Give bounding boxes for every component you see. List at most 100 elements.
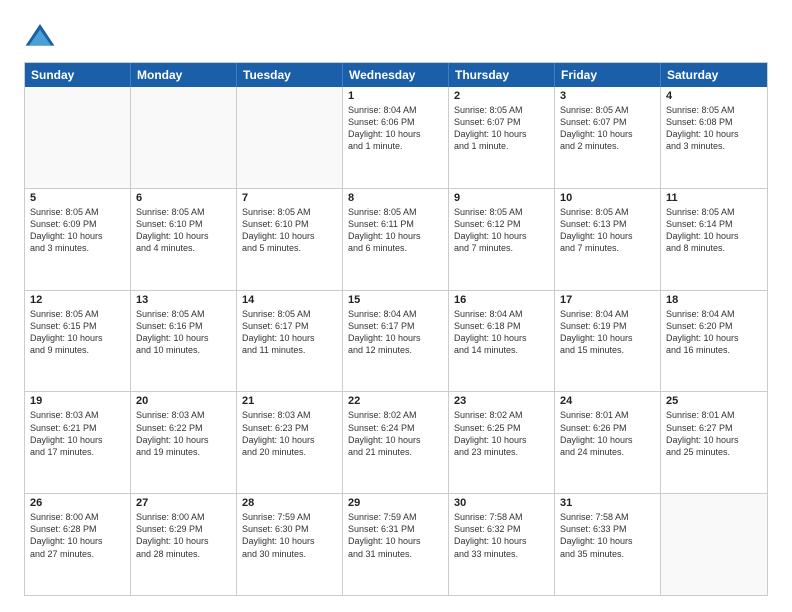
day-number: 2 (454, 90, 549, 102)
day-cell: 9 Sunrise: 8:05 AM Sunset: 6:12 PM Daylig… (449, 189, 555, 290)
day-number: 13 (136, 294, 231, 306)
day-number: 27 (136, 497, 231, 509)
day-info: Sunrise: 8:05 AM Sunset: 6:13 PM Dayligh… (560, 206, 655, 255)
day-info: Sunrise: 8:05 AM Sunset: 6:12 PM Dayligh… (454, 206, 549, 255)
day-cell: 17 Sunrise: 8:04 AM Sunset: 6:19 PM Dayli… (555, 291, 661, 392)
day-cell: 8Sunrise: 8:05 AM Sunset: 6:11 PM Daylig… (343, 189, 449, 290)
day-cell: 20 Sunrise: 8:03 AM Sunset: 6:22 PM Dayli… (131, 392, 237, 493)
day-info: Sunrise: 7:58 AM Sunset: 6:33 PM Dayligh… (560, 511, 655, 560)
day-cell: 5 Sunrise: 8:05 AM Sunset: 6:09 PM Daylig… (25, 189, 131, 290)
day-cell: 21 Sunrise: 8:03 AM Sunset: 6:23 PM Dayli… (237, 392, 343, 493)
day-number: 8 (348, 192, 443, 204)
day-cell: 27 Sunrise: 8:00 AM Sunset: 6:29 PM Dayli… (131, 494, 237, 595)
day-number: 9 (454, 192, 549, 204)
day-number: 5 (30, 192, 125, 204)
day-info: Sunrise: 8:02 AM Sunset: 6:24 PM Dayligh… (348, 409, 443, 458)
day-number: 4 (666, 90, 762, 102)
day-number: 21 (242, 395, 337, 407)
day-info: Sunrise: 7:59 AM Sunset: 6:30 PM Dayligh… (242, 511, 337, 560)
day-cell: 6 Sunrise: 8:05 AM Sunset: 6:10 PM Daylig… (131, 189, 237, 290)
day-cell: 25 Sunrise: 8:01 AM Sunset: 6:27 PM Dayli… (661, 392, 767, 493)
day-number: 19 (30, 395, 125, 407)
day-info: Sunrise: 8:05 AM Sunset: 6:07 PM Dayligh… (560, 104, 655, 153)
day-number: 25 (666, 395, 762, 407)
day-info: Sunrise: 8:05 AM Sunset: 6:15 PM Dayligh… (30, 308, 125, 357)
day-cell: 30Sunrise: 7:58 AM Sunset: 6:32 PM Dayli… (449, 494, 555, 595)
day-cell: 10 Sunrise: 8:05 AM Sunset: 6:13 PM Dayli… (555, 189, 661, 290)
day-info: Sunrise: 8:00 AM Sunset: 6:29 PM Dayligh… (136, 511, 231, 560)
day-header-sunday: Sunday (25, 63, 131, 87)
day-info: Sunrise: 8:04 AM Sunset: 6:17 PM Dayligh… (348, 308, 443, 357)
day-number: 11 (666, 192, 762, 204)
day-info: Sunrise: 8:05 AM Sunset: 6:14 PM Dayligh… (666, 206, 762, 255)
day-number: 18 (666, 294, 762, 306)
day-info: Sunrise: 8:03 AM Sunset: 6:22 PM Dayligh… (136, 409, 231, 458)
day-info: Sunrise: 8:04 AM Sunset: 6:18 PM Dayligh… (454, 308, 549, 357)
page-header (24, 20, 768, 52)
day-info: Sunrise: 8:05 AM Sunset: 6:08 PM Dayligh… (666, 104, 762, 153)
day-info: Sunrise: 8:04 AM Sunset: 6:20 PM Dayligh… (666, 308, 762, 357)
day-info: Sunrise: 7:59 AM Sunset: 6:31 PM Dayligh… (348, 511, 443, 560)
day-number: 29 (348, 497, 443, 509)
day-cell: 28 Sunrise: 7:59 AM Sunset: 6:30 PM Dayli… (237, 494, 343, 595)
day-number: 26 (30, 497, 125, 509)
day-header-wednesday: Wednesday (343, 63, 449, 87)
day-cell: 15 Sunrise: 8:04 AM Sunset: 6:17 PM Dayli… (343, 291, 449, 392)
day-number: 22 (348, 395, 443, 407)
day-header-tuesday: Tuesday (237, 63, 343, 87)
day-number: 1 (348, 90, 443, 102)
day-info: Sunrise: 8:03 AM Sunset: 6:23 PM Dayligh… (242, 409, 337, 458)
day-cell: 11 Sunrise: 8:05 AM Sunset: 6:14 PM Dayli… (661, 189, 767, 290)
day-info: Sunrise: 8:01 AM Sunset: 6:27 PM Dayligh… (666, 409, 762, 458)
calendar-row: 1 Sunrise: 8:04 AM Sunset: 6:06 PM Daylig… (25, 87, 767, 189)
day-info: Sunrise: 8:00 AM Sunset: 6:28 PM Dayligh… (30, 511, 125, 560)
day-number: 31 (560, 497, 655, 509)
day-info: Sunrise: 8:05 AM Sunset: 6:10 PM Dayligh… (242, 206, 337, 255)
day-info: Sunrise: 8:05 AM Sunset: 6:17 PM Dayligh… (242, 308, 337, 357)
day-cell (25, 87, 131, 188)
day-cell: 31 Sunrise: 7:58 AM Sunset: 6:33 PM Dayli… (555, 494, 661, 595)
day-info: Sunrise: 8:01 AM Sunset: 6:26 PM Dayligh… (560, 409, 655, 458)
day-cell: 24 Sunrise: 8:01 AM Sunset: 6:26 PM Dayli… (555, 392, 661, 493)
logo (24, 20, 62, 52)
calendar-row: 5 Sunrise: 8:05 AM Sunset: 6:09 PM Daylig… (25, 189, 767, 291)
day-number: 23 (454, 395, 549, 407)
day-info: Sunrise: 8:05 AM Sunset: 6:10 PM Dayligh… (136, 206, 231, 255)
day-number: 30 (454, 497, 549, 509)
day-cell: 7 Sunrise: 8:05 AM Sunset: 6:10 PM Daylig… (237, 189, 343, 290)
day-cell: 4 Sunrise: 8:05 AM Sunset: 6:08 PM Daylig… (661, 87, 767, 188)
day-header-thursday: Thursday (449, 63, 555, 87)
day-info: Sunrise: 8:05 AM Sunset: 6:09 PM Dayligh… (30, 206, 125, 255)
day-cell: 13Sunrise: 8:05 AM Sunset: 6:16 PM Dayli… (131, 291, 237, 392)
day-info: Sunrise: 8:02 AM Sunset: 6:25 PM Dayligh… (454, 409, 549, 458)
day-number: 6 (136, 192, 231, 204)
day-number: 12 (30, 294, 125, 306)
day-number: 28 (242, 497, 337, 509)
calendar-day-headers: SundayMondayTuesdayWednesdayThursdayFrid… (25, 63, 767, 87)
day-info: Sunrise: 8:03 AM Sunset: 6:21 PM Dayligh… (30, 409, 125, 458)
day-number: 24 (560, 395, 655, 407)
day-number: 17 (560, 294, 655, 306)
day-number: 16 (454, 294, 549, 306)
day-cell (237, 87, 343, 188)
day-header-monday: Monday (131, 63, 237, 87)
day-cell: 18 Sunrise: 8:04 AM Sunset: 6:20 PM Dayli… (661, 291, 767, 392)
day-cell: 22 Sunrise: 8:02 AM Sunset: 6:24 PM Dayli… (343, 392, 449, 493)
day-number: 15 (348, 294, 443, 306)
day-cell: 29 Sunrise: 7:59 AM Sunset: 6:31 PM Dayli… (343, 494, 449, 595)
day-cell: 2Sunrise: 8:05 AM Sunset: 6:07 PM Daylig… (449, 87, 555, 188)
calendar-row: 12 Sunrise: 8:05 AM Sunset: 6:15 PM Dayli… (25, 291, 767, 393)
day-number: 3 (560, 90, 655, 102)
day-number: 10 (560, 192, 655, 204)
day-info: Sunrise: 8:04 AM Sunset: 6:06 PM Dayligh… (348, 104, 443, 153)
calendar-row: 26 Sunrise: 8:00 AM Sunset: 6:28 PM Dayli… (25, 494, 767, 595)
calendar-body: 1 Sunrise: 8:04 AM Sunset: 6:06 PM Daylig… (25, 87, 767, 595)
day-cell: 14Sunrise: 8:05 AM Sunset: 6:17 PM Dayli… (237, 291, 343, 392)
day-number: 7 (242, 192, 337, 204)
day-number: 20 (136, 395, 231, 407)
day-cell: 12 Sunrise: 8:05 AM Sunset: 6:15 PM Dayli… (25, 291, 131, 392)
day-info: Sunrise: 8:04 AM Sunset: 6:19 PM Dayligh… (560, 308, 655, 357)
day-header-saturday: Saturday (661, 63, 767, 87)
day-cell: 16 Sunrise: 8:04 AM Sunset: 6:18 PM Dayli… (449, 291, 555, 392)
day-cell: 23 Sunrise: 8:02 AM Sunset: 6:25 PM Dayli… (449, 392, 555, 493)
